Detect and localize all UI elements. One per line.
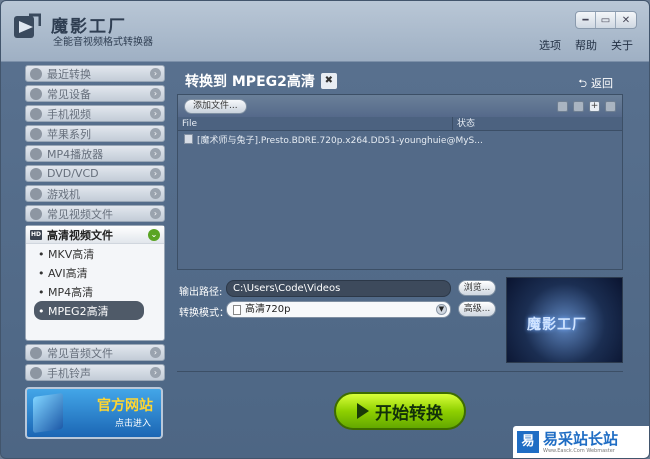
chevron-right-icon: › <box>150 208 161 219</box>
sidebar-subitem-avi[interactable]: • AVI高清 <box>26 263 164 282</box>
file-list-panel: 添加文件... + File 状态 [魔术师与兔子].Presto.BDRE.7… <box>177 94 623 270</box>
options-link[interactable]: 选项 <box>539 37 561 53</box>
phone-icon <box>30 107 42 120</box>
sidebar-item-recent[interactable]: 最近转换 › <box>25 65 165 82</box>
music-icon <box>30 346 42 359</box>
device-icon <box>30 87 42 100</box>
sidebar-item-phone-video[interactable]: 手机视频 › <box>25 105 165 122</box>
sidebar-item-dvd[interactable]: DVD/VCD › <box>25 165 165 182</box>
promo-emblem-icon <box>33 392 63 434</box>
list-actions: + <box>557 100 616 112</box>
chevron-right-icon: › <box>150 188 161 199</box>
sidebar-subitem-mkv[interactable]: • MKV高清 <box>26 244 164 263</box>
apple-icon <box>30 127 42 140</box>
file-list: [魔术师与兔子].Presto.BDRE.720p.x264.DD51-youn… <box>178 131 622 269</box>
chevron-right-icon: › <box>150 367 161 378</box>
mode-label: 转换模式： <box>179 308 229 319</box>
window-controls: ━ ▭ ✕ <box>575 11 637 29</box>
disc-icon <box>30 167 42 180</box>
page-title: 转换到 MPEG2高清 ✖ <box>185 71 337 91</box>
sidebar: 最近转换 › 常见设备 › 手机视频 › 苹果系列 › MP4播放器 › DVD/VCD ›… <box>25 65 165 441</box>
sidebar-item-game[interactable]: 游戏机 › <box>25 185 165 202</box>
chevron-right-icon: › <box>150 68 161 79</box>
chevron-right-icon: › <box>150 108 161 119</box>
sidebar-group-hd: HD 高清视频文件 ⌄ • MKV高清 • AVI高清 • MP4高清 • MP… <box>25 225 165 341</box>
sidebar-item-mp4[interactable]: MP4播放器 › <box>25 145 165 162</box>
chevron-right-icon: › <box>150 168 161 179</box>
promo-subtitle: 点击进入 <box>114 419 151 429</box>
close-button[interactable]: ✕ <box>616 12 636 28</box>
sidebar-item-apple[interactable]: 苹果系列 › <box>25 125 165 142</box>
sidebar-item-devices[interactable]: 常见设备 › <box>25 85 165 102</box>
start-convert-button[interactable]: 开始转换 <box>334 392 466 430</box>
column-file[interactable]: File <box>178 117 453 130</box>
sidebar-subitem-mpeg2[interactable]: • MPEG2高清 <box>34 301 144 320</box>
chevron-right-icon: › <box>150 128 161 139</box>
about-link[interactable]: 关于 <box>611 37 633 53</box>
mode-select[interactable]: 高清720p ▼ <box>226 301 451 318</box>
advanced-button[interactable]: 高级... <box>458 301 496 317</box>
output-path-label: 输出路径: <box>179 287 223 298</box>
film-icon <box>30 207 42 220</box>
watermark-logo-icon: 易 <box>517 431 539 453</box>
back-link[interactable]: ⮌ 返回 <box>578 75 613 94</box>
official-site-banner[interactable]: 官方网站 点击进入 <box>25 387 163 439</box>
hd-icon: HD <box>30 229 42 240</box>
chevron-down-icon: ⌄ <box>148 229 160 241</box>
output-path-field[interactable]: C:\Users\Code\Videos <box>226 280 451 297</box>
mp4-icon <box>30 147 42 160</box>
move-up-button[interactable] <box>557 100 568 112</box>
sidebar-item-ringtone[interactable]: 手机铃声 › <box>25 364 165 381</box>
gamepad-icon <box>30 187 42 200</box>
app-logo-icon <box>14 13 41 38</box>
app-subtitle: 全能音视频格式转换器 <box>53 37 153 48</box>
column-status[interactable]: 状态 <box>453 117 475 130</box>
watermark-text: 易采站长站 <box>543 430 619 448</box>
promo-title: 官方网站 <box>97 398 153 414</box>
remove-button[interactable] <box>605 100 616 112</box>
help-link[interactable]: 帮助 <box>575 37 597 53</box>
file-list-header: File 状态 <box>178 117 622 131</box>
maximize-button[interactable]: ▭ <box>596 12 616 28</box>
top-links: 选项 帮助 关于 <box>539 37 633 53</box>
bell-icon <box>30 366 42 379</box>
sidebar-group-hd-header[interactable]: HD 高清视频文件 ⌄ <box>26 226 164 244</box>
app-window: 魔影工厂 全能音视频格式转换器 ━ ▭ ✕ 选项 帮助 关于 最近转换 › 常见设… <box>0 0 650 459</box>
video-file-icon <box>184 134 193 144</box>
table-row[interactable]: [魔术师与兔子].Presto.BDRE.720p.x264.DD51-youn… <box>178 131 622 147</box>
play-icon <box>357 403 369 419</box>
document-icon <box>233 304 241 315</box>
watermark: 易 易采站长站 Www.Easck.Com Webmaster <box>513 426 649 458</box>
add-icon[interactable]: + <box>589 100 600 112</box>
back-arrow-icon: ⮌ <box>578 77 587 90</box>
chevron-right-icon: › <box>150 148 161 159</box>
preview-logo: 魔影工厂 <box>527 317 587 333</box>
chevron-right-icon: › <box>150 347 161 358</box>
sidebar-item-video-files[interactable]: 常见视频文件 › <box>25 205 165 222</box>
sidebar-item-audio[interactable]: 常见音频文件 › <box>25 344 165 361</box>
move-down-button[interactable] <box>573 100 584 112</box>
watermark-url: Www.Easck.Com Webmaster <box>543 448 615 454</box>
preview-area: 魔影工厂 <box>506 277 623 363</box>
file-list-toolbar: 添加文件... + <box>178 95 622 117</box>
sidebar-subitem-mp4[interactable]: • MP4高清 <box>26 282 164 301</box>
add-file-button[interactable]: 添加文件... <box>184 98 247 114</box>
browse-button[interactable]: 浏览... <box>458 280 496 296</box>
chevron-right-icon: › <box>150 88 161 99</box>
tools-icon[interactable]: ✖ <box>320 73 337 89</box>
minimize-button[interactable]: ━ <box>576 12 596 28</box>
chevron-down-icon[interactable]: ▼ <box>436 304 447 315</box>
divider <box>177 371 623 372</box>
clock-icon <box>30 67 42 80</box>
